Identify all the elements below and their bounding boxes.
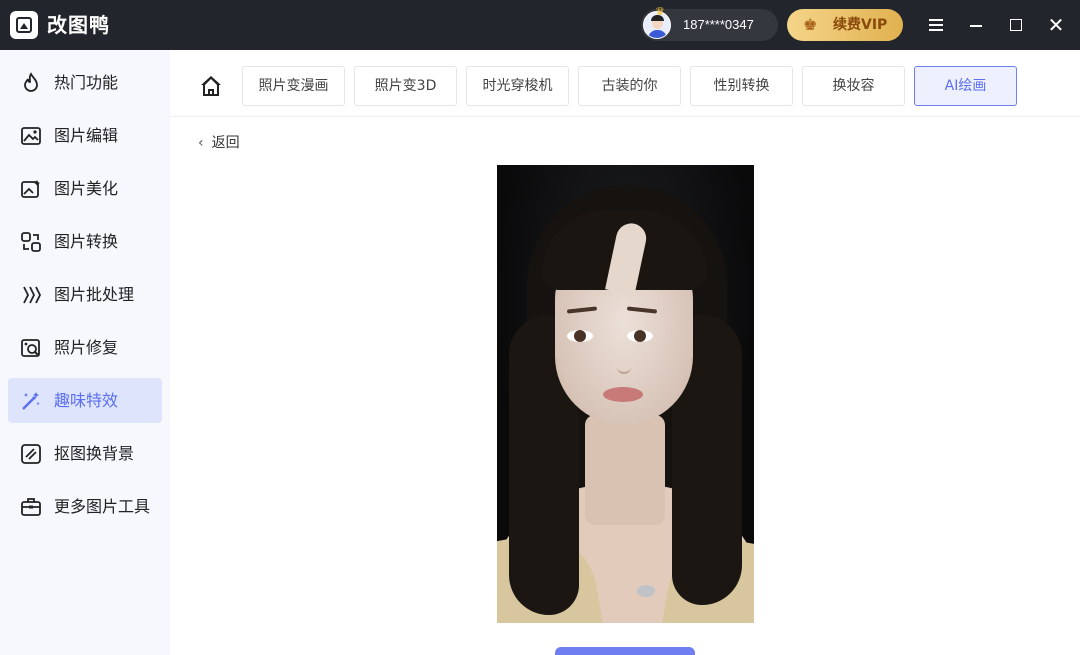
sidebar-item-label: 抠图换背景 xyxy=(54,444,135,463)
user-account[interactable]: ♛ 187****0347 xyxy=(641,5,778,41)
menu-icon[interactable] xyxy=(921,10,951,40)
sidebar-item-label: 更多图片工具 xyxy=(54,497,151,516)
tab-time-machine[interactable]: 时光穿梭机 xyxy=(466,66,569,106)
tab-photo-to-comic[interactable]: 照片变漫画 xyxy=(242,66,345,106)
sidebar-item-image-beautify[interactable]: 图片美化 xyxy=(8,166,162,211)
sidebar-item-more-tools[interactable]: 更多图片工具 xyxy=(8,484,162,529)
fire-icon xyxy=(20,72,42,94)
sidebar-item-label: 图片编辑 xyxy=(54,126,119,145)
tab-ancient-costume[interactable]: 古装的你 xyxy=(578,66,681,106)
app-logo-icon xyxy=(10,11,38,39)
crown-icon: ♛ xyxy=(655,5,665,18)
maximize-icon[interactable] xyxy=(1001,10,1031,40)
sidebar-item-image-edit[interactable]: 图片编辑 xyxy=(8,113,162,158)
close-icon[interactable]: ✕ xyxy=(1041,10,1071,40)
main-content: 照片变漫画 照片变3D 时光穿梭机 古装的你 性别转换 换妆容 AI绘画 ‹ 返回 xyxy=(170,50,1080,655)
tab-ai-painting[interactable]: AI绘画 xyxy=(914,66,1017,106)
tab-makeup[interactable]: 换妆容 xyxy=(802,66,905,106)
sidebar-item-label: 热门功能 xyxy=(54,73,119,92)
sidebar-item-label: 图片批处理 xyxy=(54,285,135,304)
convert-icon xyxy=(20,231,42,253)
chevron-left-icon: ‹ xyxy=(198,135,204,151)
sidebar-item-label: 图片转换 xyxy=(54,232,119,251)
sidebar-item-fun-effects[interactable]: 趣味特效 xyxy=(8,378,162,423)
sidebar: 热门功能 图片编辑 图片美化 图片转换 图片批处理 照片修复 趣味特效 抠图换背… xyxy=(0,50,170,655)
sidebar-item-hot[interactable]: 热门功能 xyxy=(8,60,162,105)
photo-repair-icon xyxy=(20,337,42,359)
image-beautify-icon xyxy=(20,178,42,200)
toolbox-icon xyxy=(20,496,42,518)
cutout-icon xyxy=(20,443,42,465)
user-phone: 187****0347 xyxy=(683,17,754,32)
sidebar-item-image-convert[interactable]: 图片转换 xyxy=(8,219,162,264)
image-edit-icon xyxy=(20,125,42,147)
app-title: 改图鸭 xyxy=(47,13,110,37)
generate-button[interactable] xyxy=(555,647,695,655)
sidebar-item-photo-repair[interactable]: 照片修复 xyxy=(8,325,162,370)
back-label: 返回 xyxy=(211,135,240,151)
crown-icon: ♚ xyxy=(803,15,818,34)
title-bar: 改图鸭 ♛ 187****0347 ♚ 续费VIP ✕ xyxy=(0,0,1080,50)
ai-portrait-image xyxy=(497,165,754,623)
renew-vip-label: 续费VIP xyxy=(833,17,888,33)
tab-gender-swap[interactable]: 性别转换 xyxy=(690,66,793,106)
batch-icon xyxy=(20,284,42,306)
minimize-icon[interactable] xyxy=(961,10,991,40)
sidebar-item-batch[interactable]: 图片批处理 xyxy=(8,272,162,317)
sidebar-item-label: 图片美化 xyxy=(54,179,119,198)
feature-tabs: 照片变漫画 照片变3D 时光穿梭机 古装的你 性别转换 换妆容 AI绘画 xyxy=(170,50,1080,117)
renew-vip-button[interactable]: ♚ 续费VIP xyxy=(787,9,903,41)
sidebar-item-cutout[interactable]: 抠图换背景 xyxy=(8,431,162,476)
back-link[interactable]: ‹ 返回 xyxy=(198,133,240,153)
magic-wand-icon xyxy=(20,390,42,412)
home-icon[interactable] xyxy=(200,76,222,96)
sidebar-item-label: 照片修复 xyxy=(54,338,119,357)
sidebar-item-label: 趣味特效 xyxy=(54,391,119,410)
tab-photo-to-3d[interactable]: 照片变3D xyxy=(354,66,457,106)
